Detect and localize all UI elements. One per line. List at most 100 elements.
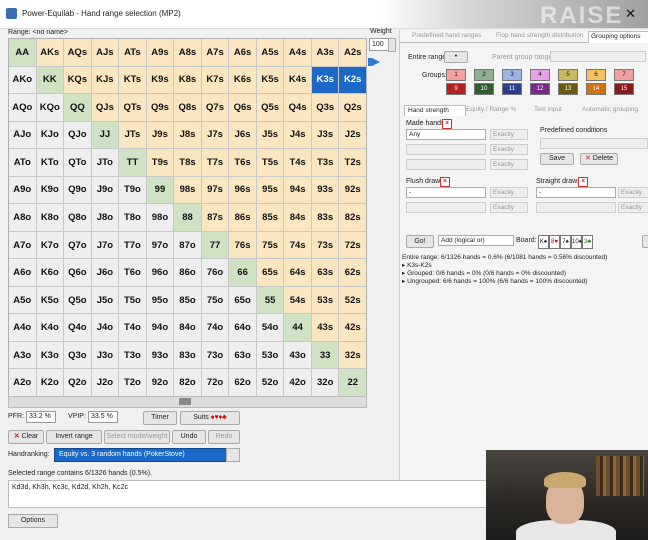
hand-cell-t4o[interactable]: T4o [119, 314, 146, 341]
hand-cell-63s[interactable]: 63s [311, 259, 339, 286]
hand-cell-qjs[interactable]: QJs [91, 94, 119, 121]
assign-arrow-head-icon[interactable] [372, 58, 380, 66]
hand-cell-j7s[interactable]: J7s [201, 121, 229, 149]
hand-cell-t2o[interactable]: T2o [119, 369, 146, 396]
hand-cell-k5s[interactable]: K5s [256, 66, 284, 94]
hand-cell-t4s[interactable]: T4s [284, 149, 311, 176]
hand-cell-j6o[interactable]: J6o [91, 259, 119, 286]
hand-cell-82o[interactable]: 82o [174, 369, 201, 396]
group-3-button[interactable]: 3 [502, 69, 522, 81]
hand-cell-k6s[interactable]: K6s [229, 66, 256, 94]
hand-cell-t3s[interactable]: T3s [311, 149, 339, 176]
group-7-button[interactable]: 7 [614, 69, 634, 81]
hand-cell-q6o[interactable]: Q6o [64, 259, 91, 286]
hand-cell-a9s[interactable]: A9s [146, 39, 174, 66]
grid-scrollbar[interactable] [8, 396, 367, 408]
flush-clear-icon[interactable]: × [440, 177, 450, 187]
hand-cell-j4o[interactable]: J4o [91, 314, 119, 341]
hand-cell-t5o[interactable]: T5o [119, 286, 146, 314]
hand-cell-a4o[interactable]: A4o [9, 314, 36, 341]
hand-cell-aks[interactable]: AKs [36, 39, 64, 66]
hand-cell-76o[interactable]: 76o [201, 259, 229, 286]
hand-cell-j3s[interactable]: J3s [311, 121, 339, 149]
hand-cell-k7o[interactable]: K7o [36, 231, 64, 259]
hand-cell-j3o[interactable]: J3o [91, 341, 119, 369]
hand-cell-kjs[interactable]: KJs [91, 66, 119, 94]
hand-cell-k6o[interactable]: K6o [36, 259, 64, 286]
hand-cell-96o[interactable]: 96o [146, 259, 174, 286]
hand-cell-q4s[interactable]: Q4s [284, 94, 311, 121]
hand-cell-22[interactable]: 22 [339, 369, 366, 396]
hand-cell-j6s[interactable]: J6s [229, 121, 256, 149]
hand-cell-64o[interactable]: 64o [229, 314, 256, 341]
hand-cell-44[interactable]: 44 [284, 314, 311, 341]
hand-cell-k2o[interactable]: K2o [36, 369, 64, 396]
hand-cell-k3s[interactable]: K3s [311, 66, 339, 94]
hand-cell-kjo[interactable]: KJo [36, 121, 64, 149]
board-card[interactable]: 7♠ [560, 235, 571, 249]
hand-cell-k4s[interactable]: K4s [284, 66, 311, 94]
hand-cell-43o[interactable]: 43o [284, 341, 311, 369]
hand-cell-93s[interactable]: 93s [311, 176, 339, 204]
hand-cell-a4s[interactable]: A4s [284, 39, 311, 66]
hand-cell-j5o[interactable]: J5o [91, 286, 119, 314]
group-15-button[interactable]: 15 [614, 83, 634, 95]
hand-cell-a8o[interactable]: A8o [9, 204, 36, 231]
hand-cell-q8o[interactable]: Q8o [64, 204, 91, 231]
hand-cell-74s[interactable]: 74s [284, 231, 311, 259]
hand-cell-k3o[interactable]: K3o [36, 341, 64, 369]
hand-cell-64s[interactable]: 64s [284, 259, 311, 286]
hand-cell-55[interactable]: 55 [256, 286, 284, 314]
hand-cell-ako[interactable]: AKo [9, 66, 36, 94]
hand-cell-62o[interactable]: 62o [229, 369, 256, 396]
hand-cell-j9s[interactable]: J9s [146, 121, 174, 149]
hand-cell-97s[interactable]: 97s [201, 176, 229, 204]
group-1-button[interactable]: 1 [446, 69, 466, 81]
hand-cell-kk[interactable]: KK [36, 66, 64, 94]
hand-cell-88[interactable]: 88 [174, 204, 201, 231]
hand-cell-k7s[interactable]: K7s [201, 66, 229, 94]
hand-cell-j2o[interactable]: J2o [91, 369, 119, 396]
hand-cell-aqo[interactable]: AQo [9, 94, 36, 121]
hand-cell-a2o[interactable]: A2o [9, 369, 36, 396]
hand-cell-85s[interactable]: 85s [256, 204, 284, 231]
hand-cell-54s[interactable]: 54s [284, 286, 311, 314]
hand-cell-q7o[interactable]: Q7o [64, 231, 91, 259]
options-button[interactable]: Options [8, 514, 58, 528]
group-12-button[interactable]: 12 [530, 83, 550, 95]
hand-cell-t3o[interactable]: T3o [119, 341, 146, 369]
hand-cell-k4o[interactable]: K4o [36, 314, 64, 341]
hand-cell-j4s[interactable]: J4s [284, 121, 311, 149]
hand-cell-q3o[interactable]: Q3o [64, 341, 91, 369]
hand-cell-t8s[interactable]: T8s [174, 149, 201, 176]
made-hands-select[interactable]: Any [406, 129, 486, 140]
group-6-button[interactable]: 6 [586, 69, 606, 81]
hand-cell-j8s[interactable]: J8s [174, 121, 201, 149]
hand-cell-a8s[interactable]: A8s [174, 39, 201, 66]
group-5-button[interactable]: 5 [558, 69, 578, 81]
hand-cell-jto[interactable]: JTo [91, 149, 119, 176]
save-button[interactable]: Save [540, 153, 574, 165]
group-10-button[interactable]: 10 [474, 83, 494, 95]
group-4-button[interactable]: 4 [530, 69, 550, 81]
hand-cell-82s[interactable]: 82s [339, 204, 366, 231]
timer-button[interactable]: Timer [143, 411, 177, 425]
tree-item[interactable]: ▸ Ungrouped: 6/6 hands = 100% (6/6 hands… [402, 278, 648, 286]
hand-cell-52o[interactable]: 52o [256, 369, 284, 396]
hand-cell-q7s[interactable]: Q7s [201, 94, 229, 121]
hand-cell-42s[interactable]: 42s [339, 314, 366, 341]
hand-cell-98s[interactable]: 98s [174, 176, 201, 204]
hand-cell-t6s[interactable]: T6s [229, 149, 256, 176]
subtab-automatic-grouping[interactable]: Automatic grouping [582, 105, 648, 115]
hand-cell-53s[interactable]: 53s [311, 286, 339, 314]
hand-cell-97o[interactable]: 97o [146, 231, 174, 259]
weight-spinner[interactable] [388, 38, 396, 52]
straight-draws-select[interactable]: - [536, 187, 616, 198]
pfr-input[interactable]: 33.2 % [26, 411, 56, 423]
hand-cell-96s[interactable]: 96s [229, 176, 256, 204]
tab-grouping-options[interactable]: Grouping options [588, 31, 648, 43]
hand-cell-a3o[interactable]: A3o [9, 341, 36, 369]
hand-cell-65o[interactable]: 65o [229, 286, 256, 314]
hand-cell-a7o[interactable]: A7o [9, 231, 36, 259]
hand-cell-63o[interactable]: 63o [229, 341, 256, 369]
